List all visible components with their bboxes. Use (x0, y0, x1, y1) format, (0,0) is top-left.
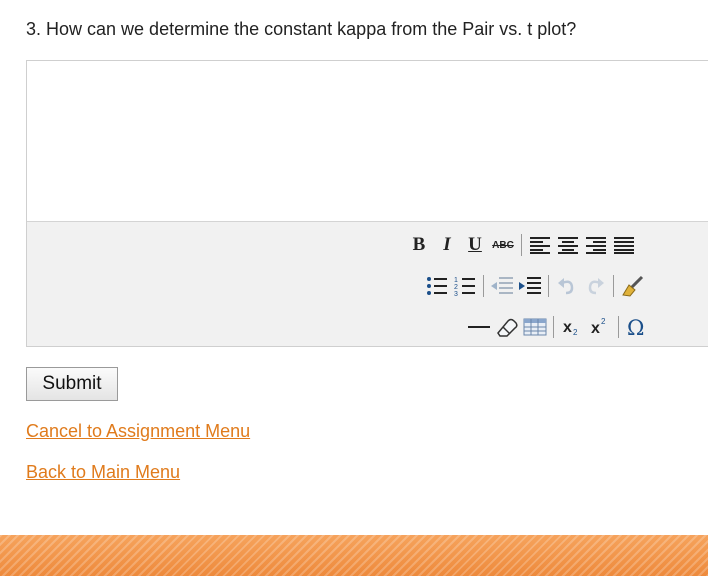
question-text: 3. How can we determine the constant kap… (26, 19, 577, 39)
svg-text:x: x (591, 320, 600, 337)
horizontal-rule-icon[interactable] (465, 314, 493, 340)
toolbar-separator (613, 275, 614, 297)
toolbar-row-formatting: B I U ABC (405, 232, 638, 258)
redo-icon[interactable] (581, 273, 609, 299)
special-character-icon[interactable]: Ω (623, 314, 651, 340)
toolbar-separator (521, 234, 522, 256)
bold-icon[interactable]: B (405, 232, 433, 258)
numbered-list-icon[interactable]: 123 (451, 273, 479, 299)
svg-text:Ω: Ω (627, 316, 644, 338)
strikethrough-icon[interactable]: ABC (489, 232, 517, 258)
undo-icon[interactable] (553, 273, 581, 299)
toolbar-separator (548, 275, 549, 297)
toolbar-row-lists: 123 (423, 273, 646, 299)
rich-text-editor: B I U ABC 123 x 2 x 2 Ω (26, 60, 708, 347)
bulleted-list-icon[interactable] (423, 273, 451, 299)
svg-text:2: 2 (601, 317, 606, 326)
editor-text-area[interactable] (27, 61, 708, 222)
cancel-to-assignment-menu-link[interactable]: Cancel to Assignment Menu (26, 421, 250, 442)
svg-text:3: 3 (454, 291, 458, 296)
align-justify-icon[interactable] (610, 232, 638, 258)
svg-text:2: 2 (573, 328, 578, 337)
toolbar-separator (618, 316, 619, 338)
toolbar-separator (553, 316, 554, 338)
svg-text:2: 2 (454, 284, 458, 291)
table-icon[interactable] (521, 314, 549, 340)
toolbar-row-insert: x2 x2 Ω (465, 314, 651, 340)
align-left-icon[interactable] (526, 232, 554, 258)
align-center-icon[interactable] (554, 232, 582, 258)
svg-text:1: 1 (454, 277, 458, 284)
footer-band (0, 535, 708, 576)
eraser-icon[interactable] (493, 314, 521, 340)
superscript-icon[interactable]: x2 (586, 314, 614, 340)
svg-text:x: x (563, 319, 572, 336)
align-right-icon[interactable] (582, 232, 610, 258)
italic-icon[interactable]: I (433, 232, 461, 258)
cleanup-icon[interactable] (618, 273, 646, 299)
outdent-icon[interactable] (488, 273, 516, 299)
subscript-icon[interactable]: x2 (558, 314, 586, 340)
toolbar-separator (483, 275, 484, 297)
underline-icon[interactable]: U (461, 232, 489, 258)
back-to-main-menu-link[interactable]: Back to Main Menu (26, 462, 180, 483)
indent-icon[interactable] (516, 273, 544, 299)
submit-button[interactable]: Submit (26, 367, 118, 401)
editor-toolbar: B I U ABC 123 x 2 x 2 Ω (27, 222, 708, 346)
